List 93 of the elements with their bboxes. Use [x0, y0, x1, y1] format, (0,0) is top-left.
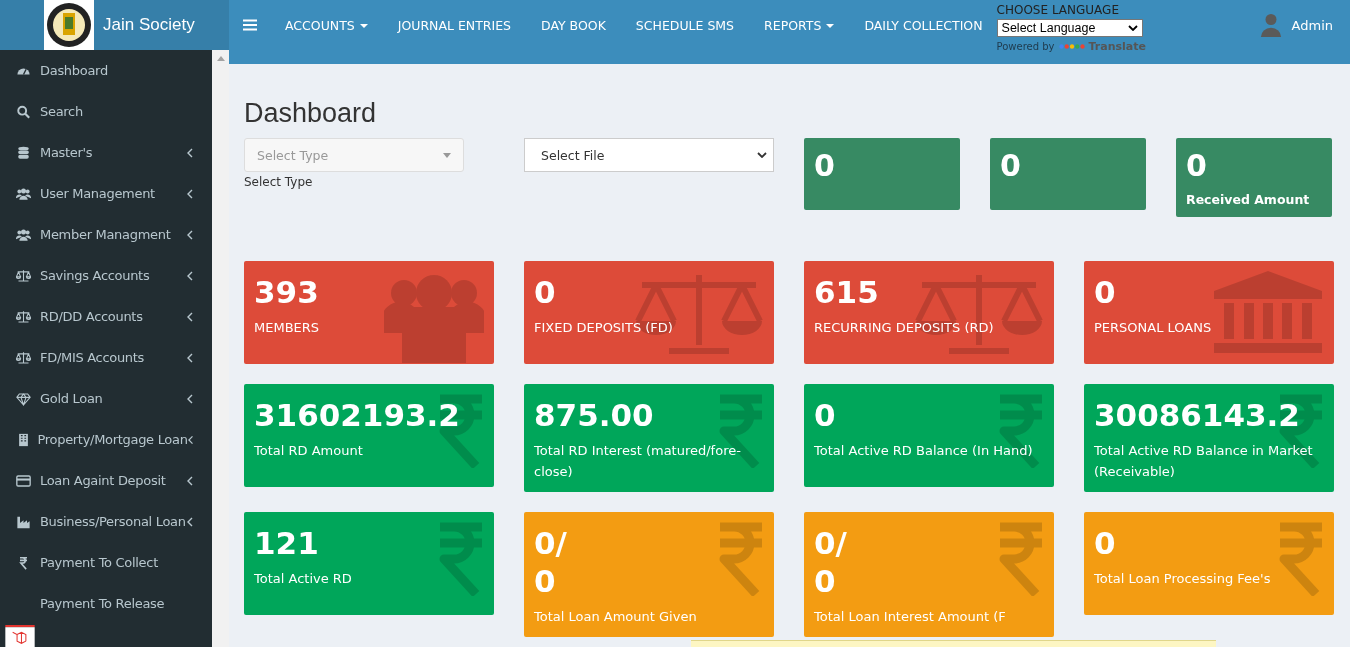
stat-value: 0 [1094, 273, 1116, 311]
stat-value: 0/ 0 [534, 524, 567, 600]
chevron-icon [187, 475, 193, 486]
stat-label: Total RD Interest (matured/fore-close) [534, 442, 742, 481]
nav-link[interactable]: SCHEDULE SMS [635, 18, 735, 33]
sidebar-item[interactable]: FD/MIS Accounts [0, 337, 212, 378]
sidebar-item[interactable]: User Management [0, 173, 212, 214]
chevron-icon [187, 393, 193, 404]
chevron-icon [187, 434, 193, 445]
scale-icon [16, 350, 31, 365]
logo-icon [44, 0, 94, 50]
chevron-icon [187, 352, 193, 363]
diamond-icon [16, 391, 31, 406]
sidebar-item[interactable]: RD/DD Accounts [0, 296, 212, 337]
stat-label: Total Loan Amount Given [534, 608, 698, 626]
users-icon [16, 227, 31, 242]
stat-value: 0/ 0 [814, 524, 847, 600]
google-logo-icon [1057, 43, 1086, 50]
field-caption: Select Type [244, 175, 314, 189]
stat-value: 615 [814, 273, 879, 311]
building-icon [16, 432, 31, 447]
caret-icon [443, 152, 451, 158]
stat-label: Total Loan Interest Amount (F [814, 608, 1007, 626]
language-heading: CHOOSE LANGUAGE [996, 3, 1120, 17]
chevron-icon [187, 229, 193, 240]
stat-value: 0 [1094, 524, 1116, 562]
summary-label: Received Amount [1186, 192, 1311, 207]
rupee-icon [1278, 522, 1324, 596]
summary-value: 0 [814, 148, 836, 184]
sidebar-item[interactable]: Member Managment [0, 214, 212, 255]
summary-value: 0 [1186, 148, 1208, 184]
nav-link[interactable]: DAY BOOK [541, 18, 606, 33]
stat-label: MEMBERS [254, 319, 321, 337]
nav-link[interactable]: DAILY COLLECTION [864, 18, 983, 33]
stat-label: Total Active RD Balance in Market (Receivable) [1094, 442, 1314, 481]
stat-label: Total Active RD Balance (In Hand) [814, 442, 1034, 460]
scale-icon [16, 309, 31, 324]
scale-icon [16, 268, 31, 283]
stat-value: 0 [534, 273, 556, 311]
chevron-icon [187, 311, 193, 322]
stat-label: PERSONAL LOANS [1094, 319, 1213, 337]
stat-value: 31602193.2 [254, 396, 460, 434]
sidebar-item[interactable]: Savings Accounts [0, 255, 212, 296]
chevron-icon [187, 188, 193, 199]
powered-by-text: Powered by [996, 41, 1055, 52]
stat-label: Total Active RD [254, 570, 353, 588]
caret-icon [826, 23, 835, 28]
users-icon [16, 186, 31, 201]
nav-link[interactable]: ACCOUNTS [285, 18, 368, 33]
stat-value: 121 [254, 524, 319, 562]
stat-label: Total RD Amount [254, 442, 364, 460]
user-name[interactable]: Admin [1291, 17, 1333, 33]
chevron-icon [187, 270, 193, 281]
stat-label: FIXED DEPOSITS (FD) [534, 319, 674, 337]
search-icon [16, 104, 31, 119]
user-avatar-icon[interactable] [1259, 12, 1282, 38]
sidebar-item[interactable]: Payment To Release [0, 583, 212, 624]
chevron-down-icon [1127, 25, 1138, 31]
rupee-icon [438, 522, 484, 596]
sidebar-item[interactable]: Loan Againt Deposit [0, 460, 212, 501]
page-title: Dashboard [244, 98, 378, 129]
nav-link[interactable]: JOURNAL ENTRIES [397, 18, 511, 33]
chevron-icon [187, 516, 193, 527]
stat-label: RECURRING DEPOSITS (RD) [814, 319, 995, 337]
summary-value: 0 [1000, 148, 1022, 184]
stat-value: 875.00 [534, 396, 654, 434]
chevron-icon [187, 147, 193, 158]
chevron-down-icon [757, 152, 767, 158]
nav-link[interactable]: REPORTS [764, 18, 835, 33]
sidebar-item[interactable]: Payment To Collect [0, 542, 212, 583]
rupee-icon [998, 522, 1044, 596]
menu-icon[interactable] [243, 19, 257, 31]
database-icon [16, 145, 31, 160]
scroll-up-icon[interactable] [216, 56, 225, 61]
credit-card-icon [16, 473, 31, 488]
brand-name: Jain Society [103, 15, 195, 35]
sidebar-item[interactable]: Property/Mortgage Loan [0, 419, 212, 460]
bank-icon [1212, 271, 1324, 355]
scrollbar[interactable] [212, 50, 229, 647]
file-select[interactable]: Select File [524, 138, 774, 172]
factory-icon [16, 514, 31, 529]
sidebar-item[interactable]: Dashboard [0, 50, 212, 91]
stat-value: 393 [254, 273, 319, 311]
rupee-icon [718, 522, 764, 596]
sidebar-item[interactable]: Gold Loan [0, 378, 212, 419]
sidebar-item[interactable]: Search [0, 91, 212, 132]
caret-icon [359, 23, 368, 28]
stat-value: 30086143.2 [1094, 396, 1300, 434]
language-select[interactable]: Select Language [996, 19, 1143, 37]
stat-label: Total Loan Processing Fee's [1094, 570, 1272, 588]
sidebar-item[interactable]: Master's [0, 132, 212, 173]
stat-value: 0 [814, 396, 836, 434]
sidebar-item[interactable]: Business/Personal Loan [0, 501, 212, 542]
